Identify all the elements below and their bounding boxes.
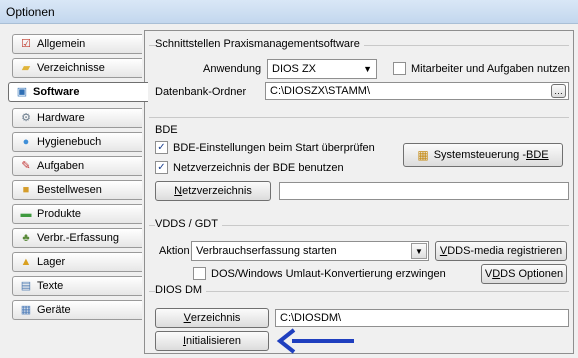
initialisieren-label: nitialisieren [186, 335, 242, 347]
vdds-optionen-pre: V [484, 268, 493, 280]
datenbank-label: Datenbank-Ordner [155, 86, 247, 98]
sidebar-item-label: Lager [37, 256, 66, 268]
datenbank-ordner-field[interactable]: C:\DIOSZX\STAMM\ [265, 82, 569, 100]
window-title: Optionen [6, 5, 55, 19]
mitarbeiter-checkbox-box[interactable] [393, 62, 406, 75]
sidebar-tabs: ☑ Allgemein ▰ Verzeichnisse ▣ Software ⚙ Hardwa… [4, 30, 148, 354]
aktion-value: Verbrauchserfassung starten [196, 245, 337, 257]
sidebar-item-lager[interactable]: ▲ Lager [12, 252, 142, 272]
diosdm-verzeichnis-field[interactable]: C:\DIOSDM\ [275, 309, 569, 327]
mitarbeiter-checkbox-label: Mitarbeiter und Aufgaben nutzen [411, 62, 571, 75]
sidebar-item-produkte[interactable]: ▬ Produkte [12, 204, 142, 224]
sidebar-item-label: Verbr.-Erfassung [37, 232, 119, 244]
box-icon: ■ [22, 184, 30, 196]
window-titlebar: Optionen [0, 0, 578, 24]
warehouse-icon: ▲ [20, 256, 32, 268]
vdds-optionen-button[interactable]: V D DS Optionen [481, 264, 567, 284]
sidebar-item-geräte[interactable]: ▦ Geräte [12, 300, 142, 320]
aktion-label: Aktion [159, 245, 190, 257]
sidebar-item-allgemein[interactable]: ☑ Allgemein [12, 34, 142, 54]
systemsteuerung-prefix: Systemsteuerung - [433, 149, 527, 161]
vdds-media-mnemonic: V [439, 245, 448, 257]
sidebar-item-label: Software [33, 86, 80, 98]
products-icon: ▬ [20, 208, 32, 220]
gear-icon: ⚙ [21, 112, 31, 124]
vdds-media-label: DDS-media registrieren [447, 245, 563, 257]
sidebar-item-label: Allgemein [37, 38, 86, 50]
netzverzeichnis-button[interactable]: Netzverzeichnis [155, 181, 271, 201]
checklist-icon: ☑ [21, 38, 31, 50]
umlaut-checkbox[interactable]: DOS/Windows Umlaut-Konvertierung erzwing… [193, 267, 446, 280]
consumption-icon: ♣ [22, 232, 30, 244]
bde-start-check-box[interactable]: ✓ [155, 141, 168, 154]
netzverzeichnis-mnemonic: N [174, 185, 183, 197]
vdds-optionen-rest: DS Optionen [500, 268, 564, 280]
group-schnittstellen-label: Schnittstellen Praxismanagementsoftware [155, 38, 364, 50]
monitor-icon: ▣ [16, 86, 28, 98]
anwendung-select[interactable]: DIOS ZX ▼ [267, 59, 377, 79]
systemsteuerung-bde-button[interactable]: ▦ Systemsteuerung - BDE [403, 143, 563, 167]
folder-icon: ▰ [21, 62, 31, 74]
tasks-icon: ✎ [21, 160, 31, 172]
bde-netz-box[interactable]: ✓ [155, 161, 168, 174]
sidebar-item-label: Geräte [37, 304, 71, 316]
globe-icon: ● [22, 136, 30, 148]
sidebar-item-texte[interactable]: ▤ Texte [12, 276, 142, 296]
sidebar-item-aufgaben[interactable]: ✎ Aufgaben [12, 156, 142, 176]
vdds-media-register-button[interactable]: V DDS-media registrieren [435, 241, 567, 261]
datenbank-browse-button[interactable]: … [551, 84, 566, 98]
group-diosdm: DIOS DM [149, 284, 569, 296]
bde-start-check-label: BDE-Einstellungen beim Start überprüfen [173, 141, 375, 154]
umlaut-box[interactable] [193, 267, 206, 280]
bde-start-check-checkbox[interactable]: ✓ BDE-Einstellungen beim Start überprüfe… [155, 141, 375, 154]
mitarbeiter-checkbox[interactable]: Mitarbeiter und Aufgaben nutzen [393, 62, 570, 75]
document-icon: ▤ [20, 280, 32, 292]
bde-netz-label: Netzverzeichnis der BDE benutzen [173, 161, 344, 174]
devices-icon: ▦ [20, 304, 32, 316]
sidebar-item-verbr-erfassung[interactable]: ♣ Verbr.-Erfassung [12, 228, 142, 248]
verzeichnis-mnemonic: V [183, 312, 191, 324]
ellipsis-icon: … [554, 86, 563, 96]
sidebar-item-verzeichnisse[interactable]: ▰ Verzeichnisse [12, 58, 142, 78]
vdds-optionen-mnemonic: D [492, 268, 501, 280]
diosdm-verzeichnis-value: C:\DIOSDM\ [280, 312, 342, 324]
group-vdds-label: VDDS / GDT [155, 218, 222, 230]
verzeichnis-label: erzeichnis [190, 312, 241, 324]
group-bde-label: BDE [155, 124, 182, 136]
group-vdds: VDDS / GDT [149, 218, 569, 230]
datenbank-ordner-value: C:\DIOSZX\STAMM\ [270, 85, 371, 97]
aktion-select[interactable]: Verbrauchserfassung starten ▼ [191, 241, 429, 261]
verzeichnis-button[interactable]: Verzeichnis [155, 308, 269, 328]
anwendung-value: DIOS ZX [272, 63, 317, 75]
control-panel-icon: ▦ [417, 148, 429, 162]
sidebar-item-label: Aufgaben [37, 160, 85, 172]
umlaut-label: DOS/Windows Umlaut-Konvertierung erzwing… [211, 267, 446, 280]
annotation-arrow-head [276, 328, 296, 354]
chevron-down-icon: ▼ [411, 243, 427, 259]
annotation-arrow-icon [276, 328, 354, 354]
chevron-down-icon: ▼ [363, 64, 372, 74]
sidebar-item-software[interactable]: ▣ Software [8, 82, 148, 102]
anwendung-label: Anwendung [203, 63, 262, 75]
sidebar-item-hardware[interactable]: ⚙ Hardware [12, 108, 142, 128]
sidebar-item-label: Hygienebuch [37, 136, 102, 148]
sidebar-item-label: Verzeichnisse [37, 62, 105, 74]
sidebar-item-label: Texte [37, 280, 64, 292]
sidebar-item-bestellwesen[interactable]: ■ Bestellwesen [12, 180, 142, 200]
systemsteuerung-underlined: BDE [526, 149, 549, 161]
netzverzeichnis-label: etzverzeichnis [182, 185, 252, 197]
sidebar-item-label: Bestellwesen [37, 184, 102, 196]
sidebar-item-hygienebuch[interactable]: ● Hygienebuch [12, 132, 142, 152]
software-panel: Schnittstellen Praxismanagementsoftware … [144, 30, 574, 354]
bde-netz-checkbox[interactable]: ✓ Netzverzeichnis der BDE benutzen [155, 161, 344, 174]
netzverzeichnis-field[interactable] [279, 182, 569, 200]
sidebar-item-label: Produkte [37, 208, 82, 220]
sidebar-item-label: Hardware [37, 112, 85, 124]
group-diosdm-label: DIOS DM [155, 284, 207, 296]
group-bde: BDE [149, 117, 569, 136]
initialisieren-button[interactable]: Initialisieren [155, 331, 269, 351]
group-schnittstellen: Schnittstellen Praxismanagementsoftware [149, 38, 569, 50]
